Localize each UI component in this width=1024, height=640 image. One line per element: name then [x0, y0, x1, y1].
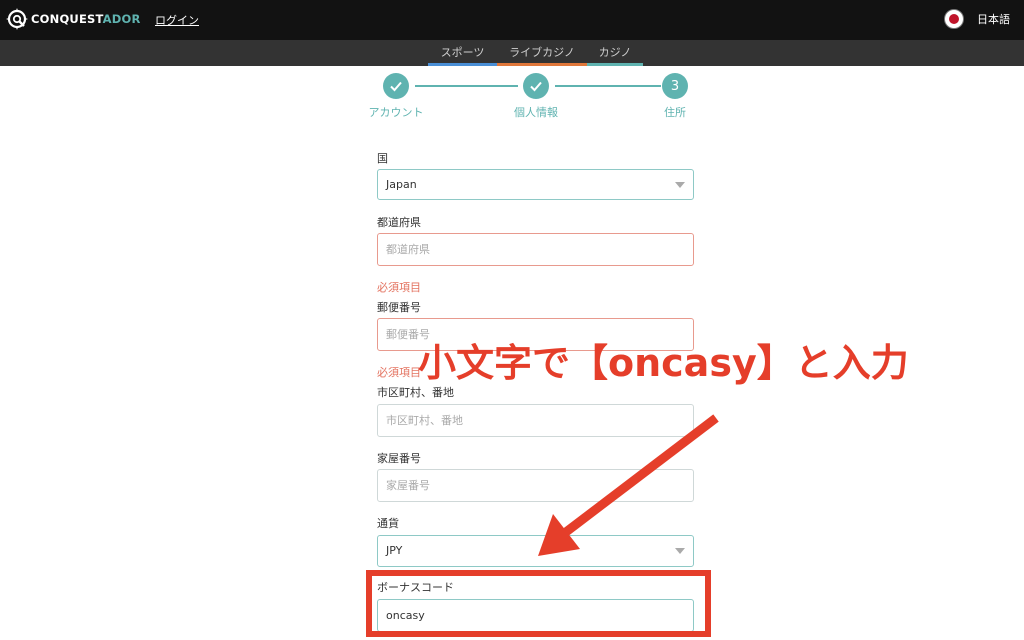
tab-live-casino-label: ライブカジノ	[509, 46, 575, 59]
step-1-label: アカウント	[368, 106, 424, 119]
language-selector[interactable]: 日本語	[944, 9, 1010, 29]
tab-sports-label: スポーツ	[440, 46, 485, 59]
language-label: 日本語	[977, 13, 1010, 26]
postal-error: 必須項目	[377, 366, 421, 379]
step-connector-2	[555, 85, 661, 87]
tab-casino[interactable]: カジノ	[587, 40, 643, 66]
top-bar: CONQUESTADOR ログイン 日本語	[0, 0, 1024, 40]
tab-live-casino[interactable]: ライブカジノ	[497, 40, 587, 66]
postal-label: 郵便番号	[377, 301, 421, 314]
logo-text: CONQUESTADOR	[31, 12, 141, 26]
chevron-down-icon	[675, 182, 685, 188]
step-3-label: 住所	[664, 106, 686, 119]
house-number-input[interactable]: 家屋番号	[377, 469, 694, 502]
chevron-down-icon	[675, 548, 685, 554]
logo[interactable]: CONQUESTADOR	[6, 8, 141, 30]
country-label: 国	[377, 152, 388, 165]
city-address-input[interactable]: 市区町村、番地	[377, 404, 694, 437]
check-icon	[530, 81, 542, 92]
tab-sports[interactable]: スポーツ	[428, 40, 497, 66]
prefecture-label: 都道府県	[377, 216, 421, 229]
country-select[interactable]: Japan	[377, 169, 694, 200]
prefecture-input[interactable]: 都道府県	[377, 233, 694, 266]
bonus-code-highlight-box	[366, 570, 711, 637]
registration-stepper: 3 アカウント 個人情報 住所	[0, 66, 1024, 126]
currency-label: 通貨	[377, 517, 399, 530]
annotation-text: 小文字で【oncasy】と入力	[418, 341, 909, 385]
compass-logo-icon	[6, 8, 28, 30]
check-icon	[390, 81, 402, 92]
country-value: Japan	[386, 178, 417, 191]
currency-value: JPY	[386, 544, 403, 557]
step-1-circle	[383, 73, 409, 99]
currency-select[interactable]: JPY	[377, 535, 694, 567]
house-number-label: 家屋番号	[377, 452, 421, 465]
step-connector-1	[415, 85, 518, 87]
step-2-circle	[523, 73, 549, 99]
step-3-circle: 3	[662, 73, 688, 99]
tab-casino-label: カジノ	[598, 46, 632, 59]
login-link[interactable]: ログイン	[155, 12, 199, 28]
japan-flag-icon	[944, 9, 964, 29]
step-2-label: 個人情報	[514, 106, 558, 119]
prefecture-error: 必須項目	[377, 281, 421, 294]
category-nav: スポーツ ライブカジノ カジノ	[0, 40, 1024, 66]
